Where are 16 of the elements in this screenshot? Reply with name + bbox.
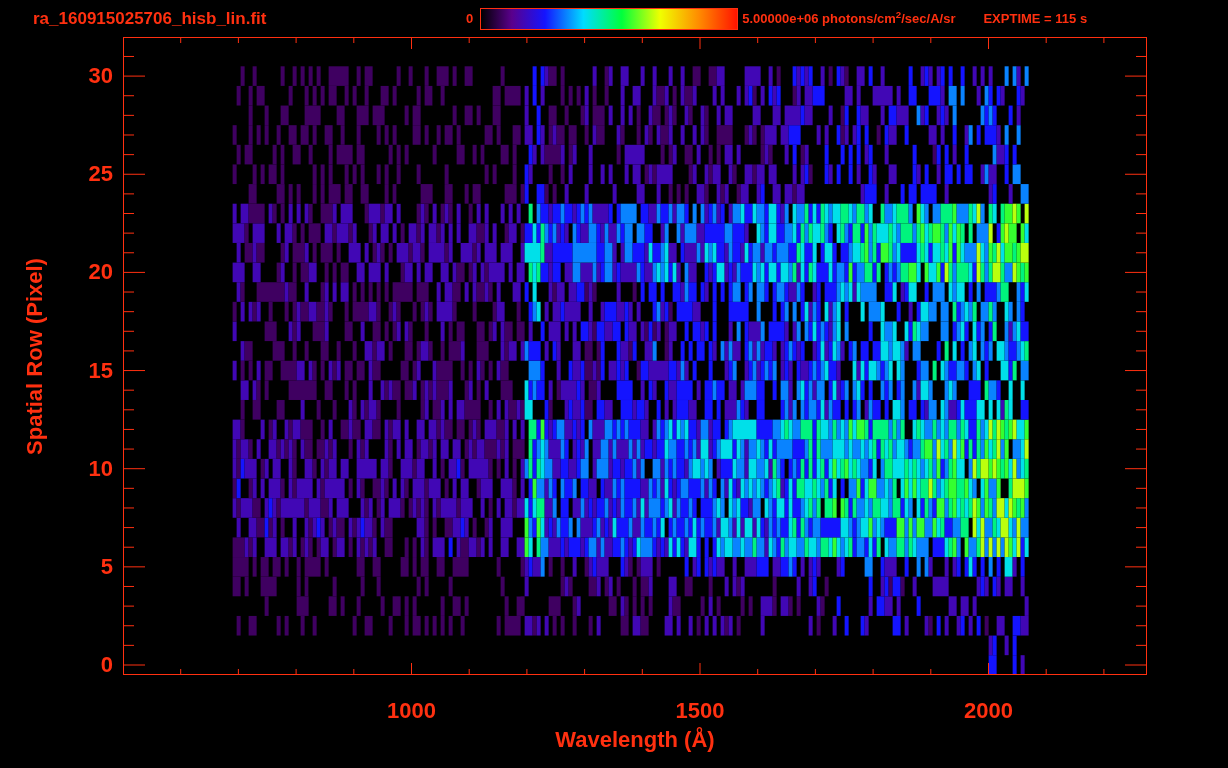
y-tick-label: 30: [88, 65, 113, 88]
x-tick-label: 1000: [387, 700, 436, 722]
x-axis-title: Wavelength (Å): [555, 729, 715, 751]
y-tick-label: 25: [88, 163, 113, 186]
file-name: ra_160915025706_hisb_lin.fit: [33, 8, 267, 28]
y-tick-label: 0: [100, 654, 113, 676]
exposure-time: EXPTIME = 115 s: [983, 9, 1088, 28]
x-tick-label: 1500: [675, 700, 725, 722]
y-tick-label: 5: [100, 555, 113, 578]
x-tick-label: 2000: [964, 700, 1013, 722]
y-tick-label: 10: [88, 457, 113, 480]
y-axis-title: Spatial Row (Pixel): [20, 257, 48, 455]
y-tick-label: 15: [88, 359, 113, 382]
y-tick-label: 20: [88, 261, 113, 284]
colorbar-min-label: 0: [466, 9, 474, 28]
colorbar-max-label: 5.00000e+06 photons/cm$^{2}$/sec/A/sr: [742, 8, 956, 28]
